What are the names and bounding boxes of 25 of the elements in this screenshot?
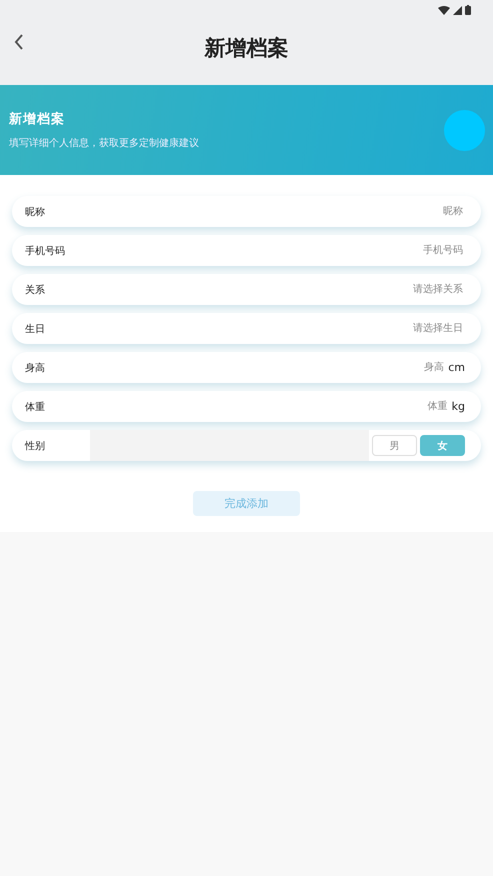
wifi-icon: [438, 6, 450, 14]
select-field[interactable]: 请选择关系: [90, 283, 465, 296]
input-field[interactable]: 昵称: [90, 205, 465, 218]
field-label: 昵称: [25, 206, 46, 218]
field-label: 关系: [25, 284, 46, 296]
input-field[interactable]: 体重: [90, 400, 450, 413]
input-field[interactable]: 身高: [90, 361, 446, 374]
banner-title: 新增档案: [9, 110, 66, 128]
field-label: 性别: [25, 440, 46, 452]
gender-option[interactable]: 男: [372, 435, 417, 456]
submit-button[interactable]: 完成添加: [193, 491, 300, 516]
signal-icon: [453, 6, 462, 14]
unit-label: cm: [448, 361, 465, 374]
page-title: 新增档案: [204, 34, 288, 62]
gender-option[interactable]: 女: [420, 435, 465, 456]
unit-label: kg: [452, 400, 465, 413]
field-label: 身高: [25, 362, 46, 374]
back-icon[interactable]: [14, 34, 24, 50]
input-field[interactable]: 手机号码: [90, 244, 465, 257]
field-label: 生日: [25, 322, 46, 336]
battery-icon: [465, 5, 471, 15]
select-field[interactable]: 请选择生日: [90, 322, 465, 335]
banner-subtitle: 填写详细个人信息，获取更多定制健康建议: [9, 136, 199, 150]
field-label: 体重: [25, 400, 46, 414]
field-label: 手机号码: [25, 244, 66, 258]
